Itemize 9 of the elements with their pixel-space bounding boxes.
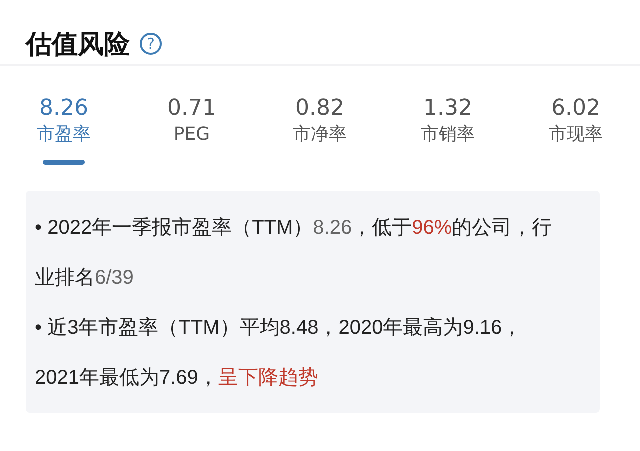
summary-text: • 2022年一季报市盈率（TTM）8.26，低于96%的公司，行业排名6/39: [35, 216, 554, 291]
metric-tab[interactable]: 8.26 市盈率: [0, 96, 128, 165]
metric-tab[interactable]: 0.82 市净率: [256, 96, 384, 165]
metric-tab[interactable]: 6.02 市现率: [512, 96, 640, 165]
help-icon[interactable]: ?: [140, 33, 162, 55]
metric-tab[interactable]: 0.71 PEG: [128, 96, 256, 165]
metric-tab[interactable]: 1.32 市销率: [384, 96, 512, 165]
section-title: 估值风险: [26, 28, 130, 62]
summary-text: • 近3年市盈率（TTM）平均8.48，2020年最高为9.16，2021年最低为7.69，呈下降趋势: [35, 316, 524, 391]
